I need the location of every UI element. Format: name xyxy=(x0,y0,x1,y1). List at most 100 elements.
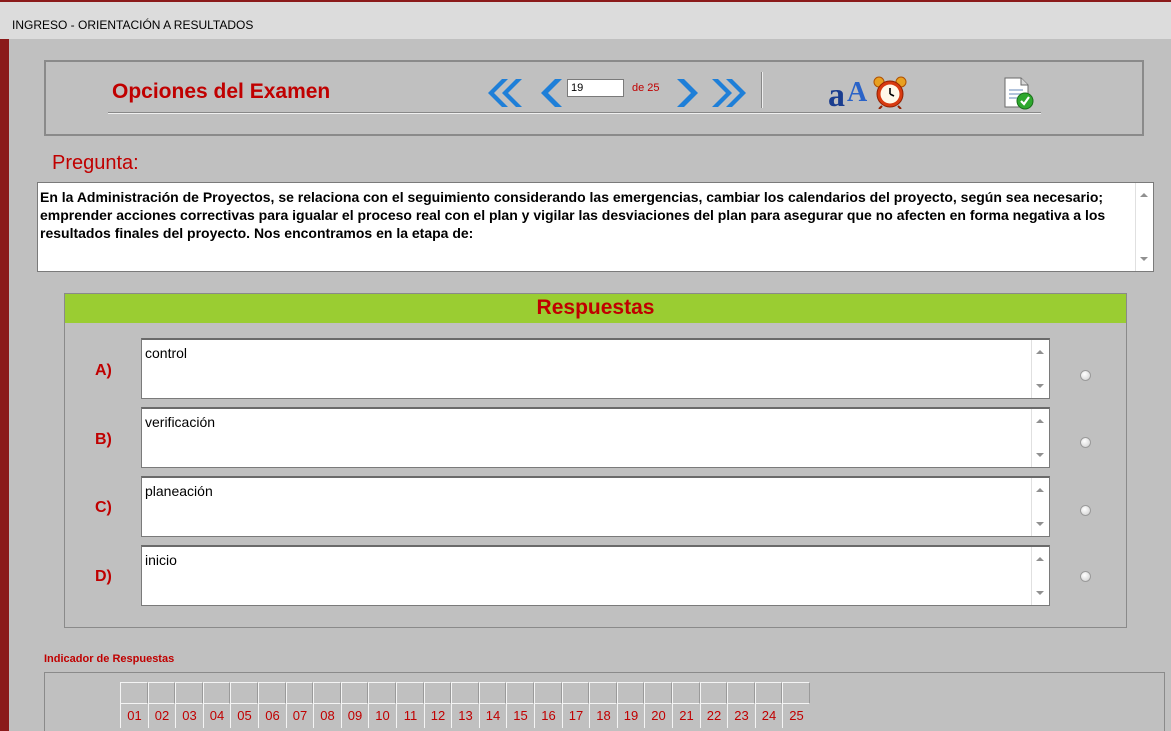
option-a-radio[interactable] xyxy=(1080,370,1091,381)
answer-indicator-number[interactable]: 24 xyxy=(755,704,782,728)
scroll-up-icon[interactable] xyxy=(1036,419,1044,423)
answers-title: Respuestas xyxy=(536,296,655,319)
option-b-radio[interactable] xyxy=(1080,437,1091,448)
scroll-up-icon[interactable] xyxy=(1140,193,1148,197)
answer-indicator-number[interactable]: 08 xyxy=(313,704,341,728)
answer-indicator-number[interactable]: 02 xyxy=(148,704,175,728)
option-a-letter: A) xyxy=(95,362,112,379)
answer-indicator-cell[interactable] xyxy=(258,682,286,704)
answer-indicator-cell[interactable] xyxy=(424,682,451,704)
scroll-down-icon[interactable] xyxy=(1036,453,1044,457)
window-left-border xyxy=(0,0,9,731)
answer-indicator-number[interactable]: 03 xyxy=(175,704,203,728)
answer-indicator-cell[interactable] xyxy=(230,682,258,704)
total-questions-label: de 25 xyxy=(632,82,660,94)
answer-indicator-cell[interactable] xyxy=(368,682,396,704)
answer-indicator-number[interactable]: 15 xyxy=(506,704,534,728)
answer-indicator-cell[interactable] xyxy=(120,682,148,704)
toolbar-separator xyxy=(761,72,763,108)
option-d-scrollbar[interactable] xyxy=(1031,547,1049,605)
toolbar-title: Opciones del Examen xyxy=(112,80,331,103)
answer-indicator-number[interactable]: 25 xyxy=(782,704,810,728)
answer-indicator-number[interactable]: 14 xyxy=(479,704,506,728)
question-label: Pregunta: xyxy=(52,152,139,174)
answer-indicator-cell[interactable] xyxy=(644,682,672,704)
option-b-text: verificación xyxy=(145,414,216,430)
answer-indicator-label: Indicador de Respuestas xyxy=(44,653,175,665)
option-c-textbox[interactable]: planeación xyxy=(141,476,1050,537)
question-textbox[interactable]: En la Administración de Proyectos, se re… xyxy=(37,182,1154,272)
toolbar-divider xyxy=(108,112,1041,114)
alarm-clock-icon[interactable] xyxy=(872,75,908,109)
answer-indicator-number[interactable]: 13 xyxy=(451,704,479,728)
option-b-textbox[interactable]: verificación xyxy=(141,407,1050,468)
answer-indicator-number[interactable]: 05 xyxy=(230,704,258,728)
answer-indicator-cell[interactable] xyxy=(672,682,700,704)
first-page-icon[interactable] xyxy=(484,76,524,110)
answer-indicator-cell[interactable] xyxy=(506,682,534,704)
answer-indicator-number[interactable]: 17 xyxy=(562,704,589,728)
option-a-text: control xyxy=(145,345,188,361)
scroll-up-icon[interactable] xyxy=(1036,350,1044,354)
answer-indicator-cell[interactable] xyxy=(396,682,424,704)
answer-indicator-number[interactable]: 22 xyxy=(700,704,727,728)
answer-indicator-cell[interactable] xyxy=(341,682,368,704)
svg-text:A: A xyxy=(847,77,868,108)
next-page-icon[interactable] xyxy=(676,76,702,110)
option-c-letter: C) xyxy=(95,499,112,516)
previous-page-icon[interactable] xyxy=(537,76,563,110)
answer-indicator-number[interactable]: 11 xyxy=(396,704,424,728)
answer-indicator-number[interactable]: 10 xyxy=(368,704,396,728)
font-size-icon[interactable]: a A xyxy=(827,74,871,110)
answer-indicator-cell[interactable] xyxy=(451,682,479,704)
answer-indicator-cell[interactable] xyxy=(534,682,562,704)
answers-header: Respuestas xyxy=(65,294,1126,323)
answer-indicator-cell[interactable] xyxy=(479,682,506,704)
answer-indicator-number[interactable]: 07 xyxy=(286,704,313,728)
answer-indicator-number[interactable]: 16 xyxy=(534,704,562,728)
answer-indicator-number[interactable]: 04 xyxy=(203,704,230,728)
answer-indicator-cell[interactable] xyxy=(203,682,230,704)
scroll-down-icon[interactable] xyxy=(1036,384,1044,388)
option-c-text: planeación xyxy=(145,483,213,499)
current-question-input[interactable] xyxy=(567,79,624,97)
option-d-textbox[interactable]: inicio xyxy=(141,545,1050,606)
answer-indicator-number[interactable]: 23 xyxy=(727,704,755,728)
option-c-radio[interactable] xyxy=(1080,505,1091,516)
answer-indicator-number[interactable]: 21 xyxy=(672,704,700,728)
answer-indicator-cell[interactable] xyxy=(700,682,727,704)
option-d-radio[interactable] xyxy=(1080,571,1091,582)
scroll-up-icon[interactable] xyxy=(1036,488,1044,492)
scroll-down-icon[interactable] xyxy=(1140,257,1148,261)
answer-indicator-cell[interactable] xyxy=(727,682,755,704)
answer-indicator-number[interactable]: 06 xyxy=(258,704,286,728)
answer-indicator-cell[interactable] xyxy=(286,682,313,704)
scroll-down-icon[interactable] xyxy=(1036,522,1044,526)
option-b-scrollbar[interactable] xyxy=(1031,409,1049,467)
answer-indicator-cell[interactable] xyxy=(175,682,203,704)
question-scrollbar[interactable] xyxy=(1135,183,1153,271)
answer-indicator-cell[interactable] xyxy=(617,682,644,704)
answer-indicator-cell[interactable] xyxy=(562,682,589,704)
answer-indicator-cell[interactable] xyxy=(755,682,782,704)
answer-indicator-cell[interactable] xyxy=(148,682,175,704)
answer-indicator-number[interactable]: 20 xyxy=(644,704,672,728)
finish-exam-icon[interactable] xyxy=(1001,76,1035,110)
option-c-scrollbar[interactable] xyxy=(1031,478,1049,536)
answer-indicator-cell[interactable] xyxy=(589,682,617,704)
option-b-letter: B) xyxy=(95,431,112,448)
answer-indicator-number[interactable]: 12 xyxy=(424,704,451,728)
scroll-up-icon[interactable] xyxy=(1036,557,1044,561)
scroll-down-icon[interactable] xyxy=(1036,591,1044,595)
option-a-scrollbar[interactable] xyxy=(1031,340,1049,398)
answer-indicator-number[interactable]: 01 xyxy=(120,704,148,728)
option-d-letter: D) xyxy=(95,568,112,585)
answer-indicator-cell[interactable] xyxy=(782,682,810,704)
answer-indicator-cell[interactable] xyxy=(313,682,341,704)
answer-indicator-number[interactable]: 19 xyxy=(617,704,644,728)
window-title: INGRESO - ORIENTACIÓN A RESULTADOS xyxy=(12,18,254,32)
answer-indicator-number[interactable]: 09 xyxy=(341,704,368,728)
last-page-icon[interactable] xyxy=(710,76,750,110)
answer-indicator-number[interactable]: 18 xyxy=(589,704,617,728)
option-a-textbox[interactable]: control xyxy=(141,338,1050,399)
